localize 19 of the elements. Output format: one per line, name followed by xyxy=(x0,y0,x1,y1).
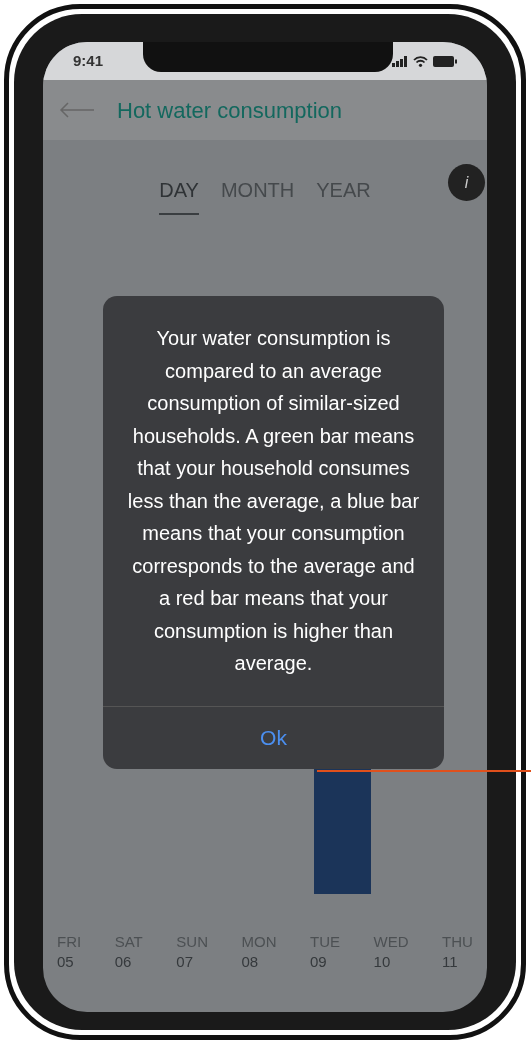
date-label: 06 xyxy=(114,952,133,972)
period-tab[interactable]: DAY xyxy=(159,175,199,215)
wifi-icon xyxy=(413,55,428,67)
period-tab[interactable]: YEAR xyxy=(316,175,371,215)
dialog-message: Your water consumption is compared to an average consumption of similar-sized households. A green bar means that your household consumes less than the average, a blue bar means that your consumption corresponds to the average and a red bar means that your consumption is higher than average. xyxy=(126,326,421,676)
date-label: 11 xyxy=(442,952,459,972)
date-label: 05 xyxy=(57,952,75,972)
status-time: 9:41 xyxy=(73,50,104,71)
date-label: 08 xyxy=(241,952,260,972)
date-label: 10 xyxy=(373,952,392,972)
signal-icon xyxy=(392,55,408,67)
info-button[interactable]: i xyxy=(448,164,485,201)
period-tab[interactable]: MONTH xyxy=(220,175,295,215)
page-title: Hot water consumption xyxy=(117,96,342,125)
date-label: 07 xyxy=(176,952,194,972)
ok-button[interactable]: Ok xyxy=(103,706,444,769)
date-label: 09 xyxy=(310,952,328,972)
battery-icon xyxy=(433,55,457,67)
back-arrow-icon[interactable] xyxy=(59,102,95,118)
